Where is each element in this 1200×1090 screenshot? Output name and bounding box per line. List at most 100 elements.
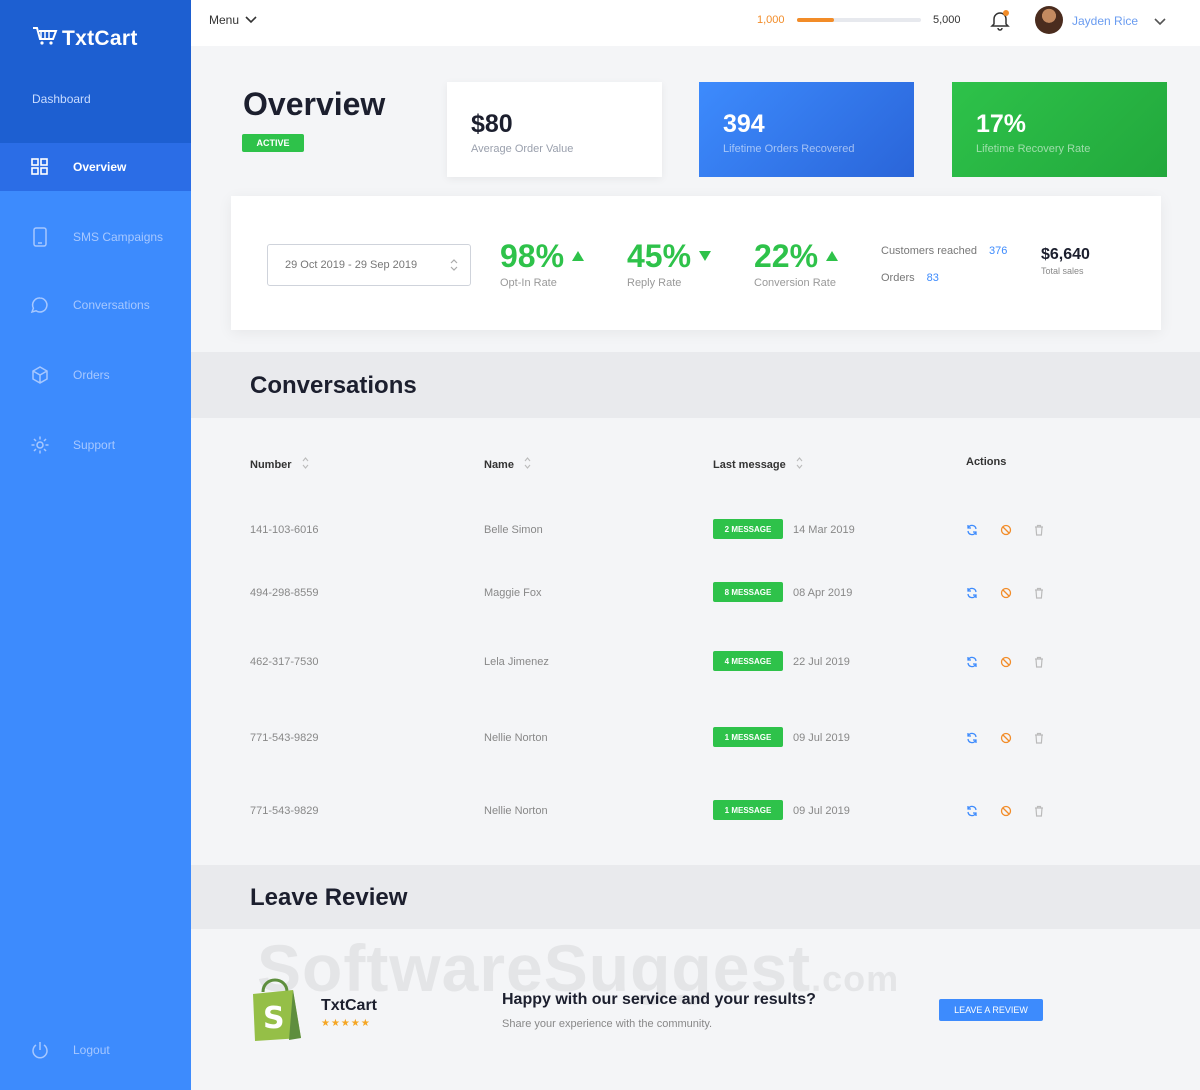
column-header-number[interactable]: Number: [250, 456, 309, 473]
message-count-badge: 1 MESSAGE: [713, 800, 783, 820]
orders-recovered-card: 394 Lifetime Orders Recovered: [699, 82, 914, 177]
progress-min-label: 1,000: [757, 14, 785, 26]
watermark-suffix: .com: [811, 958, 900, 999]
orders-value: 83: [926, 272, 939, 284]
cell-number: 141-103-6016: [250, 524, 319, 536]
table-row[interactable]: 771-543-9829 Nellie Norton 1 MESSAGE 09 …: [191, 727, 1200, 751]
gear-icon: [30, 435, 50, 455]
column-header-last-message[interactable]: Last message: [713, 456, 803, 473]
notification-bell-icon[interactable]: [989, 9, 1011, 36]
logout-label: Logout: [73, 1043, 110, 1057]
block-icon[interactable]: [1000, 655, 1012, 668]
refresh-icon[interactable]: [966, 655, 978, 668]
review-title: Leave Review: [250, 884, 408, 911]
orders-count: Orders 83: [881, 272, 939, 284]
column-label: Name: [484, 458, 514, 471]
refresh-icon[interactable]: [966, 731, 978, 744]
trash-icon[interactable]: [1033, 731, 1045, 744]
stat-value: 98%: [500, 238, 565, 274]
dashboard-label: Dashboard: [32, 92, 91, 106]
card-value: 394: [723, 110, 765, 138]
main-content: Menu 1,000 5,000 Jayden Rice Overview AC…: [191, 0, 1200, 1090]
cell-number: 494-298-8559: [250, 587, 319, 599]
sidebar-item-support[interactable]: Support: [0, 421, 191, 469]
trend-up-icon: [826, 248, 839, 266]
cell-name: Nellie Norton: [484, 805, 548, 817]
avatar[interactable]: [1035, 6, 1063, 34]
block-icon[interactable]: [1000, 523, 1012, 536]
star-rating: ★★★★★: [321, 1018, 371, 1029]
cell-name: Lela Jimenez: [484, 656, 549, 668]
sort-icon: [796, 456, 803, 473]
sidebar-item-label: Support: [73, 438, 116, 452]
sidebar-item-sms-campaigns[interactable]: SMS Campaigns: [0, 213, 191, 261]
stat-value: 22%: [754, 238, 819, 274]
card-label: Average Order Value: [471, 143, 574, 155]
column-header-name[interactable]: Name: [484, 456, 531, 473]
app-logo[interactable]: TxtCart: [32, 26, 138, 51]
table-row[interactable]: 494-298-8559 Maggie Fox 8 MESSAGE 08 Apr…: [191, 582, 1200, 606]
sort-icon: [524, 456, 531, 473]
sidebar: TxtCart Dashboard Overview SMS Campaigns…: [0, 0, 191, 1090]
block-icon[interactable]: [1000, 586, 1012, 599]
refresh-icon[interactable]: [966, 804, 978, 817]
trash-icon[interactable]: [1033, 586, 1045, 599]
chevron-down-icon[interactable]: [1154, 13, 1166, 31]
sidebar-item-orders[interactable]: Orders: [0, 351, 191, 399]
sidebar-header: TxtCart Dashboard: [0, 0, 191, 143]
stat-value: 45%: [627, 238, 692, 274]
box-icon: [30, 365, 50, 385]
logout-button[interactable]: Logout: [0, 1026, 191, 1074]
cell-date: 09 Jul 2019: [793, 805, 850, 817]
menu-dropdown[interactable]: Menu: [209, 13, 257, 27]
app-name: TxtCart: [62, 26, 138, 50]
cart-icon: [32, 26, 58, 51]
trend-down-icon: [699, 248, 712, 266]
table-row[interactable]: 141-103-6016 Belle Simon 2 MESSAGE 14 Ma…: [191, 519, 1200, 543]
conversations-title: Conversations: [250, 372, 417, 399]
total-sales-label: Total sales: [1041, 266, 1084, 276]
cell-date: 14 Mar 2019: [793, 524, 855, 536]
sidebar-item-overview[interactable]: Overview: [0, 143, 191, 191]
card-label: Lifetime Recovery Rate: [976, 143, 1091, 155]
cell-date: 09 Jul 2019: [793, 732, 850, 744]
customers-reached-value: 376: [989, 245, 1008, 257]
up-down-arrows-icon: [450, 257, 458, 276]
refresh-icon[interactable]: [966, 523, 978, 536]
avg-order-value-card: $80 Average Order Value: [447, 82, 662, 177]
table-row[interactable]: 771-543-9829 Nellie Norton 1 MESSAGE 09 …: [191, 800, 1200, 824]
column-label: Number: [250, 458, 292, 471]
leave-review-button[interactable]: LEAVE A REVIEW: [939, 999, 1043, 1021]
trash-icon[interactable]: [1033, 655, 1045, 668]
block-icon[interactable]: [1000, 804, 1012, 817]
sidebar-item-conversations[interactable]: Conversations: [0, 281, 191, 329]
cell-number: 771-543-9829: [250, 732, 319, 744]
cell-number: 462-317-7530: [250, 656, 319, 668]
svg-text:S: S: [263, 1001, 285, 1036]
block-icon[interactable]: [1000, 731, 1012, 744]
message-count-badge: 8 MESSAGE: [713, 582, 783, 602]
cell-name: Nellie Norton: [484, 732, 548, 744]
trash-icon[interactable]: [1033, 523, 1045, 536]
grid-icon: [30, 157, 50, 177]
sidebar-item-label: SMS Campaigns: [73, 230, 164, 244]
menu-label: Menu: [209, 13, 240, 27]
message-count-badge: 1 MESSAGE: [713, 727, 783, 747]
column-label: Last message: [713, 458, 786, 471]
sort-icon: [302, 456, 309, 473]
message-count-badge: 2 MESSAGE: [713, 519, 783, 539]
trash-icon[interactable]: [1033, 804, 1045, 817]
progress-max-label: 5,000: [933, 14, 961, 26]
user-name[interactable]: Jayden Rice: [1072, 14, 1138, 28]
table-row[interactable]: 462-317-7530 Lela Jimenez 4 MESSAGE 22 J…: [191, 651, 1200, 675]
customers-reached: Customers reached 376: [881, 245, 1007, 257]
reply-rate-stat: 45% Reply Rate: [627, 238, 712, 289]
sidebar-item-label: Conversations: [73, 298, 150, 312]
date-range-picker[interactable]: 29 Oct 2019 - 29 Sep 2019: [267, 244, 471, 286]
stat-label: Conversion Rate: [754, 277, 836, 289]
stat-label: Opt-In Rate: [500, 277, 557, 289]
refresh-icon[interactable]: [966, 586, 978, 599]
sidebar-item-label: Overview: [73, 160, 127, 174]
cell-date: 08 Apr 2019: [793, 587, 853, 599]
opt-in-rate-stat: 98% Opt-In Rate: [500, 238, 585, 289]
